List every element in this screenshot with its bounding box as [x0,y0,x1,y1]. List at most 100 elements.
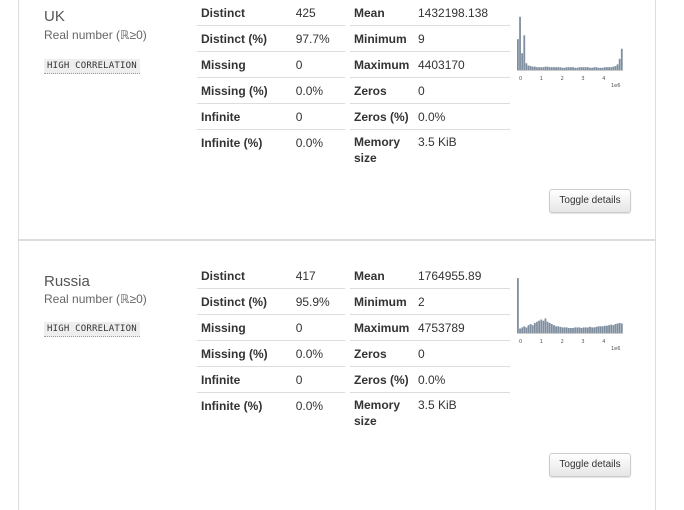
stat-label: Infinite (%) [197,392,292,418]
stats-table-right: Mean 1432198.138 Minimum 9 Maximum 4403170 … [350,0,510,170]
high-correlation-badge[interactable]: HIGH CORRELATION [44,59,140,74]
histogram-bar [540,319,543,333]
stat-label: Missing (%) [197,77,292,104]
stat-value: 9 [414,25,510,52]
histogram-bar [599,67,602,70]
toggle-details-button[interactable]: Toggle details [549,453,631,477]
stat-value: 0 [414,340,510,367]
histogram-bar [582,67,585,70]
stat-label: Missing [197,314,292,341]
stat-value: 0 [291,366,345,393]
stat-row-mean: Mean 1432198.138 [350,0,510,26]
histogram-bar [591,67,594,70]
high-correlation-badge[interactable]: HIGH CORRELATION [44,322,140,337]
histogram-bar [531,325,534,333]
histogram-bar [548,67,551,70]
histogram-bar [525,327,528,333]
histogram-bar [570,327,572,333]
stat-label: Missing (%) [197,340,292,367]
stat-label: Distinct (%) [197,288,292,315]
stat-label: Infinite [197,103,292,130]
histogram-bar [612,325,615,333]
histogram-bar [612,66,615,70]
histogram-bar [589,67,591,70]
histogram-bar [599,326,602,333]
stat-row-zeros-pct: Zeros (%) 0.0% [350,103,510,130]
stat-value: 0.0% [291,340,345,367]
stat-row-distinct: Distinct 417 [197,263,345,289]
histogram-bar [519,328,521,333]
histogram-bar [519,16,521,70]
histogram-bar [529,324,532,333]
histogram-bar [616,323,619,333]
histogram-bar [578,67,581,70]
histogram-bar [559,326,562,333]
histogram-multiplier: 1e6 [611,346,620,352]
stat-value: 0 [291,314,345,341]
stat-value: 0 [291,51,345,78]
histogram-bar [584,67,587,70]
histogram-bar [561,67,564,70]
stat-value: 0.0% [291,129,345,155]
histogram-bar [574,67,577,70]
histogram-bar [582,327,585,333]
histogram-bar [550,67,553,70]
stat-row-zeros: Zeros 0 [350,340,510,367]
stat-row-missing-pct: Missing (%) 0.0% [197,340,345,367]
stat-label: Minimum [350,25,414,52]
histogram-bar [608,325,610,333]
histogram-bar [618,322,621,333]
histogram-chart: 0 1 2 3 4 1e6 [517,278,623,352]
histogram-bar [597,67,600,70]
stat-label: Distinct (%) [197,25,292,52]
stats-table-right: Mean 1764955.89 Minimum 2 Maximum 4753789 Z… [350,263,510,433]
histogram-tick-label: 2 [561,76,564,82]
histogram-bar [595,326,598,333]
stat-value: 1764955.89 [418,268,482,283]
histogram-bar [536,321,538,333]
stat-label: Missing [197,51,292,78]
histogram-bar [574,327,577,333]
histogram-bar [610,324,613,333]
histogram-bar [589,326,591,333]
variable-type: Real number (ℝ≥0) [44,292,147,306]
histogram-tick-label: 2 [561,339,564,345]
histogram-bar [544,318,547,333]
histogram-bar [525,63,528,70]
histogram-bar [584,327,587,333]
stat-row-infinite-pct: Infinite (%) 0.0% [197,392,345,418]
histogram-bar [606,67,608,70]
stat-label: Infinite (%) [197,129,292,155]
stat-row-distinct-pct: Distinct (%) 97.7% [197,25,345,52]
histogram-bar [559,67,562,70]
histogram-bar [614,66,617,70]
histogram-bar [572,67,574,70]
histogram-bar [595,67,598,70]
histogram-bar [601,326,604,333]
variable-name: Russia [44,273,90,290]
histogram-bar [553,325,555,333]
stat-value: 0.0% [291,392,345,418]
stat-label: Mean [354,5,385,20]
stat-row-minimum: Minimum 2 [350,288,510,315]
histogram-bar [606,325,608,333]
histogram-bar [521,53,524,70]
histogram-bar [614,324,617,333]
histogram-bar [529,66,532,70]
histogram-bar [533,66,536,70]
histogram-bar [593,67,596,70]
stat-value: 425 [295,5,316,20]
stat-row-memory-size: Memory size 3.5 KiB [350,129,510,170]
stat-label: Memory size [350,129,414,170]
toggle-details-button[interactable]: Toggle details [549,189,631,213]
histogram-bar [563,327,566,333]
histogram-bar [531,66,534,70]
histogram-bar [527,325,530,333]
histogram-bar [540,67,543,70]
stat-value: 0.0% [291,77,345,104]
histogram-bar [565,327,568,333]
histogram-bar [576,67,579,70]
histogram-bar [567,327,570,333]
histogram-bar [603,325,606,333]
stat-row-maximum: Maximum 4753789 [350,314,510,341]
